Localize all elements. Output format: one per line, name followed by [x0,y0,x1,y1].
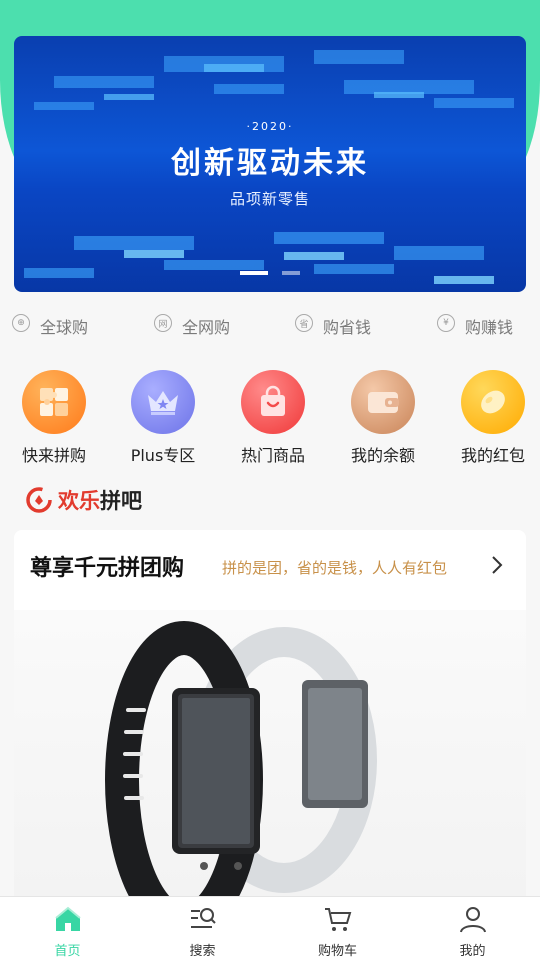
feature-item-save[interactable]: 省 购省钱 [295,312,371,340]
feature-label: 全网购 [182,318,231,337]
category-balance[interactable]: 我的余额 [328,370,438,466]
globe-icon: ⊕ [12,314,30,332]
category-label: 热门商品 [240,446,305,465]
category-red-packet[interactable]: 我的红包 [438,370,540,466]
tab-label: 我的 [459,944,486,959]
banner-subtitle: 品项新零售 [229,190,310,208]
tab-home[interactable]: 首页 [0,897,135,960]
tab-profile[interactable]: 我的 [405,897,540,960]
chevron-right-icon[interactable] [490,554,504,576]
category-grid: 快来拼购 Plus专区 热门商品 我的余额 我的红包 [0,370,540,470]
category-label: 我的红包 [460,446,525,465]
red-packet-icon [461,370,525,434]
feature-label: 购赚钱 [465,318,514,337]
feature-strip: ⊕ 全球购 网 全网购 省 购省钱 ¥ 购赚钱 [0,312,540,340]
tab-label: 首页 [54,944,81,959]
feature-label: 全球购 [40,318,89,337]
wallet-icon [351,370,415,434]
bottom-tab-bar: 首页 搜索 购物车 我的 [0,896,540,960]
tab-search[interactable]: 搜索 [135,897,270,960]
group-buy-subtitle: 拼的是团，省的是钱，人人有红包 [222,559,448,577]
carousel-dot[interactable] [282,271,300,275]
brand-logo-icon [26,487,52,513]
cart-icon [324,908,351,931]
banner-headline: 创新驱动未来 [171,146,369,181]
net-icon: 网 [154,314,172,332]
tab-cart[interactable]: 购物车 [270,897,405,960]
carousel-dot-active[interactable] [240,271,268,275]
brand-text-black: 拼吧 [100,489,142,513]
category-label: 快来拼购 [21,446,86,465]
yen-icon: ¥ [437,314,455,332]
brand-text-red: 欢乐 [58,489,100,513]
category-group-buy[interactable]: 快来拼购 [0,370,109,466]
crown-icon [131,370,195,434]
feature-label: 购省钱 [323,318,372,337]
product-image-smart-bands[interactable] [14,610,526,930]
category-plus[interactable]: Plus专区 [108,370,218,466]
feature-item-earn[interactable]: ¥ 购赚钱 [437,312,513,340]
feature-item-global[interactable]: ⊕ 全球购 [12,312,88,340]
search-icon [190,908,216,928]
group-buy-card[interactable]: 尊享千元拼团购 拼的是团，省的是钱，人人有红包 [14,530,526,930]
feature-item-all-net[interactable]: 网 全网购 [154,312,230,340]
tab-label: 搜索 [189,944,216,959]
promo-banner[interactable]: ·2020· 创新驱动未来 品项新零售 [14,36,526,292]
group-buy-title: 尊享千元拼团购 [30,556,185,581]
puzzle-icon [22,370,86,434]
user-icon [459,907,486,933]
home-icon [54,906,81,931]
category-label: Plus专区 [130,446,196,465]
banner-year: ·2020· [246,120,294,133]
save-icon: 省 [295,314,313,332]
shopping-bag-icon [241,370,305,434]
tab-label: 购物车 [317,944,357,959]
category-hot-products[interactable]: 热门商品 [218,370,328,466]
brand-title: 欢乐 拼吧 [26,486,142,514]
category-label: 我的余额 [350,446,415,465]
